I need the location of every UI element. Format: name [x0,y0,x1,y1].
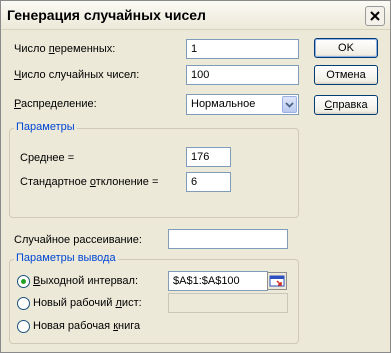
help-button[interactable]: Справка [314,95,378,115]
num-variables-input[interactable]: 1 [186,39,299,59]
new-workbook-label: Новая рабочая книга [33,320,141,332]
distribution-value: Нормальное [191,98,256,110]
output-range-radio[interactable] [17,275,30,288]
range-select-button[interactable] [267,272,287,290]
output-options-group-title: Параметры вывода [14,252,118,264]
output-range-input[interactable]: $A$1:$A$100 [168,271,268,291]
random-seed-label: Случайное рассеивание: [14,234,142,246]
distribution-label: Распределение: [14,98,97,110]
cancel-button[interactable]: Отмена [314,65,378,85]
range-select-icon [269,275,285,287]
random-seed-input[interactable] [168,229,288,249]
ok-button[interactable]: OK [314,38,378,58]
mean-input[interactable]: 176 [186,147,231,167]
num-random-label: Число случайных чисел: [14,69,140,81]
new-worksheet-name-input [168,293,288,313]
num-random-input[interactable]: 100 [186,65,299,85]
close-button[interactable] [365,6,385,26]
new-worksheet-radio[interactable] [17,297,30,310]
parameters-group [9,128,299,218]
parameters-group-title: Параметры [14,121,77,133]
std-deviation-label: Стандартное отклонение = [20,176,159,188]
std-deviation-input[interactable]: 6 [186,172,231,192]
chevron-down-icon [285,101,294,108]
new-worksheet-label: Новый рабочий лист: [33,297,142,309]
random-number-generation-dialog: Генерация случайных чисел Число переменн… [0,0,391,353]
distribution-select[interactable]: Нормальное [186,94,299,115]
new-workbook-radio[interactable] [17,320,30,333]
mean-label: Среднее = [20,152,75,164]
output-range-label: Выходной интервал: [33,275,138,287]
num-variables-label: Число переменных: [14,43,116,55]
dialog-title: Генерация случайных чисел [7,7,206,23]
close-icon [370,11,380,21]
dropdown-arrow-button[interactable] [282,96,297,113]
title-bar[interactable]: Генерация случайных чисел [1,1,390,30]
